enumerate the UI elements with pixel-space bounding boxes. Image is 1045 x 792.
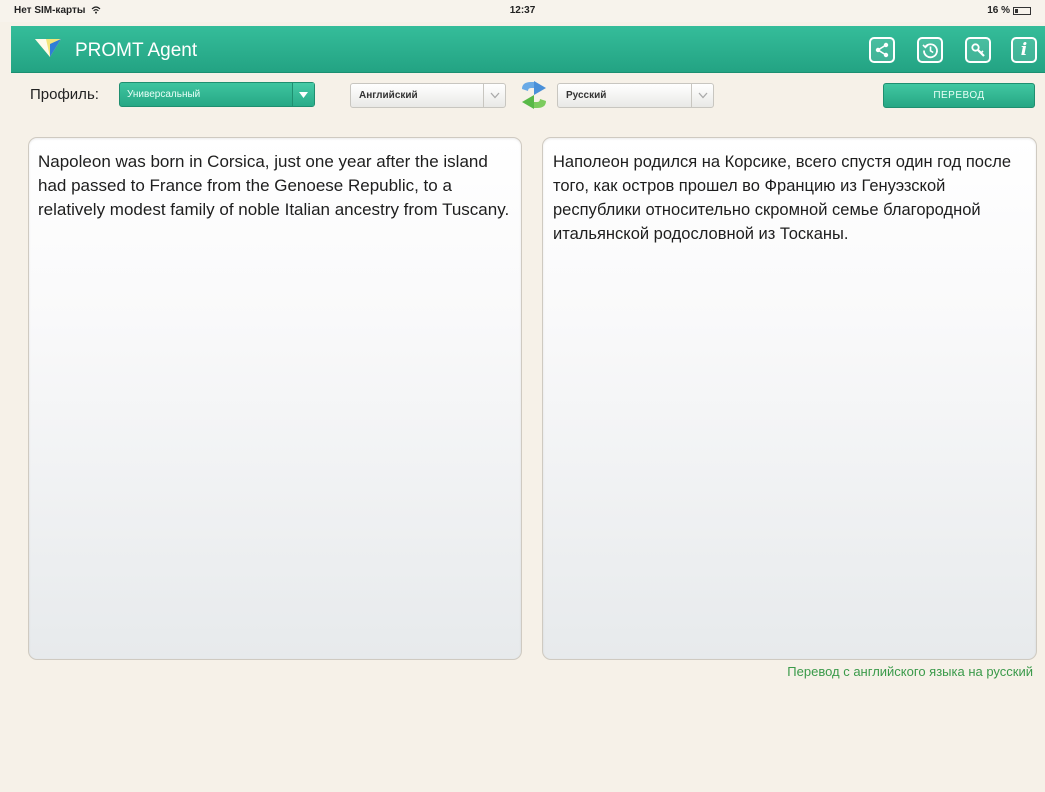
profile-select[interactable]: Универсальный <box>119 82 315 107</box>
battery-icon <box>1013 6 1031 15</box>
source-language-select[interactable]: Английский <box>350 83 506 108</box>
battery-percent: 16 % <box>987 5 1010 16</box>
info-icon: i <box>1020 39 1028 60</box>
chevron-down-icon <box>483 84 505 107</box>
swap-languages-icon[interactable] <box>519 79 549 111</box>
profile-label: Профиль: <box>30 86 99 103</box>
translate-button[interactable]: ПЕРЕВОД <box>883 83 1035 108</box>
chevron-down-icon <box>691 84 713 107</box>
target-language-select[interactable]: Русский <box>557 83 714 108</box>
chevron-down-icon <box>292 83 314 106</box>
info-button[interactable]: i <box>1011 37 1037 63</box>
translation-direction-note: Перевод с английского языка на русский <box>787 664 1033 679</box>
history-button[interactable] <box>917 37 943 63</box>
translation-text-area[interactable]: Наполеон родился на Корсике, всего спуст… <box>542 137 1037 660</box>
share-button[interactable] <box>869 37 895 63</box>
settings-button[interactable] <box>965 37 991 63</box>
share-icon <box>875 42 889 58</box>
source-text-area[interactable]: Napoleon was born in Corsica, just one y… <box>28 137 522 660</box>
clock: 12:37 <box>509 5 536 16</box>
settings-icon <box>971 43 985 57</box>
promt-logo-icon <box>35 39 61 57</box>
app-header: PROMT Agent i <box>11 26 1045 73</box>
battery-indicator: 16 % <box>987 5 1031 16</box>
target-language-value: Русский <box>566 90 607 101</box>
app-title: PROMT Agent <box>75 40 198 61</box>
status-bar: Нет SIM-карты 12:37 16 % <box>0 0 1045 22</box>
profile-select-value: Универсальный <box>127 89 201 100</box>
source-language-value: Английский <box>359 90 418 101</box>
history-icon <box>921 42 938 58</box>
